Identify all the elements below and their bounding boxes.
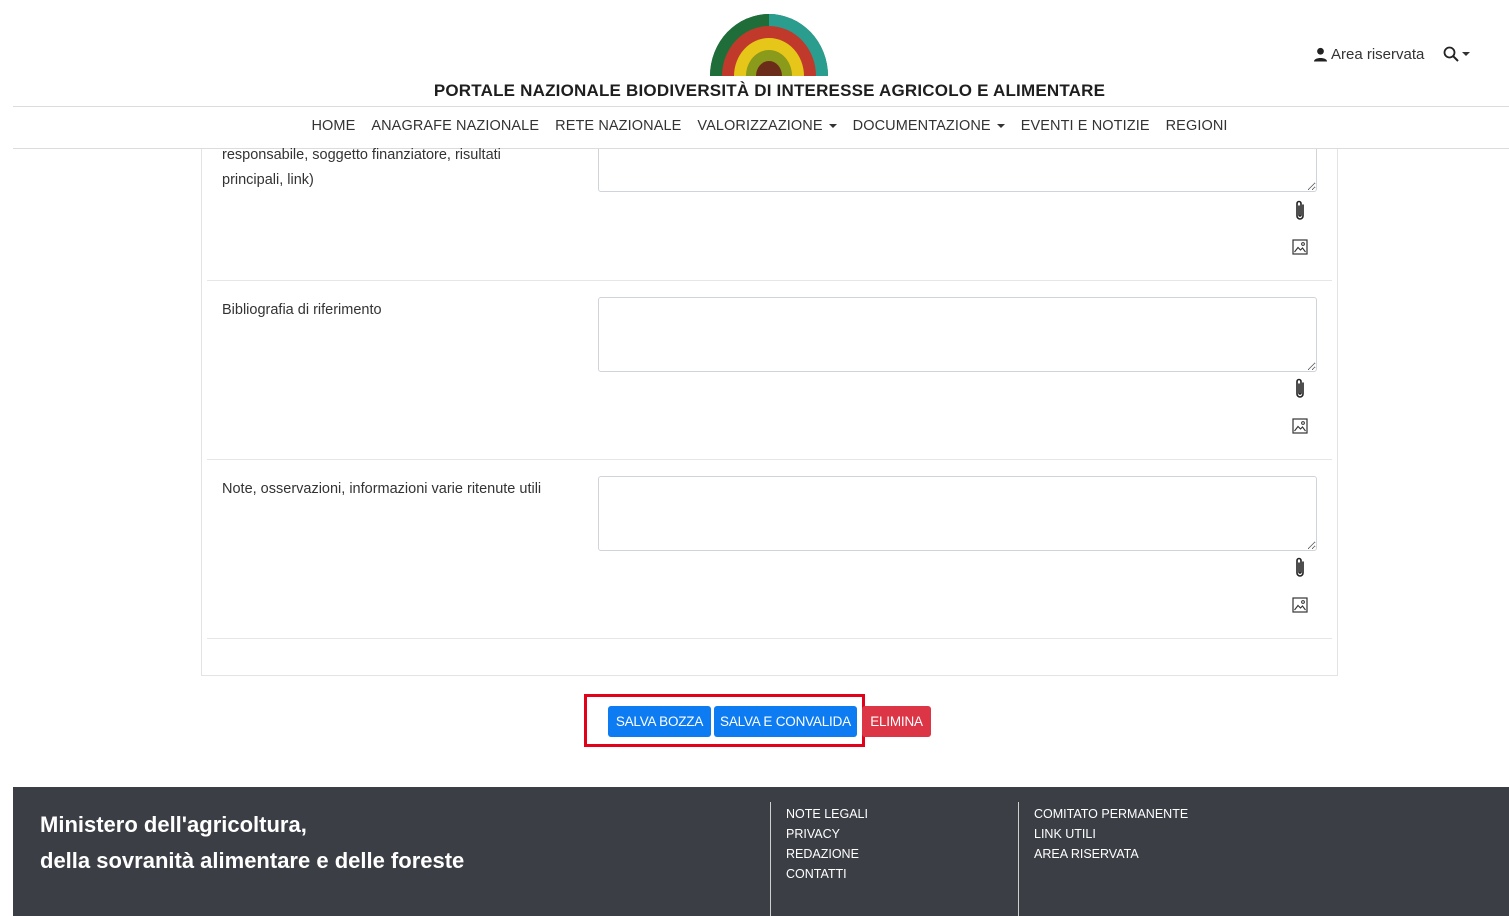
- header-divider: [13, 106, 1509, 107]
- salva-bozza-button[interactable]: SALVA BOZZA: [608, 706, 711, 737]
- field-label-bibliografia: Bibliografia di riferimento: [222, 302, 382, 318]
- nav-home[interactable]: HOME: [303, 118, 363, 134]
- footer-links-col-2: COMITATO PERMANENTE LINK UTILI AREA RISE…: [1034, 804, 1188, 864]
- nav-valorizzazione-label: VALORIZZAZIONE: [697, 118, 823, 134]
- bibliografia-textarea[interactable]: [598, 297, 1317, 372]
- nav-rete-nazionale[interactable]: RETE NAZIONALE: [547, 118, 689, 134]
- paperclip-icon[interactable]: [1292, 199, 1308, 223]
- footer-link-contatti[interactable]: CONTATTI: [786, 864, 868, 884]
- site-title: PORTALE NAZIONALE BIODIVERSITÀ DI INTERE…: [433, 81, 1106, 100]
- nav-documentazione-label: DOCUMENTAZIONE: [852, 118, 991, 134]
- nav-rete-label: RETE NAZIONALE: [555, 118, 682, 134]
- site-header: PORTALE NAZIONALE BIODIVERSITÀ DI INTERE…: [0, 0, 1509, 150]
- nav-home-label: HOME: [311, 118, 356, 134]
- field-label-note: Note, osservazioni, informazioni varie r…: [222, 481, 542, 497]
- search-dropdown-toggle[interactable]: [1443, 46, 1471, 62]
- nav-eventi-label: EVENTI E NOTIZIE: [1020, 118, 1150, 134]
- footer-link-note-legali[interactable]: NOTE LEGALI: [786, 804, 868, 824]
- footer-link-privacy[interactable]: PRIVACY: [786, 824, 868, 844]
- footer-links-col-1: NOTE LEGALI PRIVACY REDAZIONE CONTATTI: [786, 804, 868, 884]
- site-footer: Ministero dell'agricoltura, della sovran…: [13, 787, 1509, 916]
- nav-anagrafe-nazionale[interactable]: ANAGRAFE NAZIONALE: [363, 118, 547, 134]
- area-riservata-label: Area riservata: [1331, 45, 1425, 63]
- main-navigation: HOME ANAGRAFE NAZIONALE RETE NAZIONALE V…: [0, 118, 1509, 134]
- footer-divider: [1018, 802, 1019, 916]
- user-icon: [1313, 47, 1328, 62]
- area-riservata-link[interactable]: Area riservata: [1313, 46, 1424, 63]
- chevron-down-icon: [828, 124, 837, 128]
- salva-convalida-button[interactable]: SALVA E CONVALIDA: [714, 706, 857, 737]
- footer-divider: [770, 802, 771, 916]
- footer-link-area-riservata[interactable]: AREA RISERVATA: [1034, 844, 1188, 864]
- portal-logo[interactable]: [708, 6, 830, 76]
- chevron-down-icon: [996, 124, 1005, 128]
- image-icon[interactable]: [1292, 418, 1308, 434]
- nav-eventi-notizie[interactable]: EVENTI E NOTIZIE: [1013, 118, 1158, 134]
- header-actions: Area riservata: [1313, 43, 1471, 65]
- nav-regioni[interactable]: REGIONI: [1158, 118, 1236, 134]
- note-textarea[interactable]: [598, 476, 1317, 551]
- chevron-down-icon: [1462, 52, 1471, 56]
- ministry-line-2: della sovranità alimentare e delle fores…: [40, 848, 465, 873]
- ministry-line-1: Ministero dell'agricoltura,: [40, 812, 307, 837]
- footer-link-link-utili[interactable]: LINK UTILI: [1034, 824, 1188, 844]
- image-icon[interactable]: [1292, 597, 1308, 613]
- row-divider: [207, 459, 1332, 460]
- nav-documentazione[interactable]: DOCUMENTAZIONE: [845, 118, 1013, 134]
- field-label-progetti: responsabile, soggetto finanziatore, ris…: [222, 147, 501, 188]
- paperclip-icon[interactable]: [1292, 556, 1308, 580]
- footer-link-redazione[interactable]: REDAZIONE: [786, 844, 868, 864]
- elimina-button[interactable]: ELIMINA: [862, 706, 931, 737]
- footer-link-comitato-permanente[interactable]: COMITATO PERMANENTE: [1034, 804, 1188, 824]
- row-divider: [207, 638, 1332, 639]
- nav-regioni-label: REGIONI: [1165, 118, 1228, 134]
- row-divider: [207, 280, 1332, 281]
- paperclip-icon[interactable]: [1292, 377, 1308, 401]
- search-icon: [1443, 46, 1460, 62]
- nav-anagrafe-label: ANAGRAFE NAZIONALE: [371, 118, 540, 134]
- form-card: [201, 149, 1338, 676]
- ministry-name: Ministero dell'agricoltura, della sovran…: [40, 807, 464, 879]
- image-icon[interactable]: [1292, 239, 1308, 255]
- nav-valorizzazione[interactable]: VALORIZZAZIONE: [689, 118, 844, 134]
